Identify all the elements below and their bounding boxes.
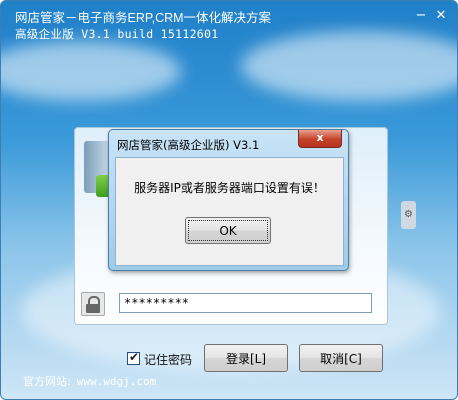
lock-icon (81, 292, 105, 316)
login-button[interactable]: 登录[L] (204, 344, 288, 372)
error-dialog: 网店管家(高级企业版) V3.1 x 服务器IP或者服务器端口设置有误！ (108, 129, 349, 271)
dialog-ok-button[interactable]: OK (185, 217, 271, 244)
password-field[interactable]: ********* (119, 293, 372, 313)
minimize-button[interactable]: − (413, 9, 429, 23)
login-window: 网店管家－电子商务ERP,CRM一体化解决方案 高级企业版 V3.1 build… (0, 0, 458, 400)
cloud-decoration (241, 31, 457, 101)
remember-password-label[interactable]: 记住密码 (144, 351, 192, 368)
version-label: 高级企业版 V3.1 build 15112601 (15, 27, 219, 41)
checkmark-icon: ✔ (129, 350, 140, 364)
site-label: 官方网站: (23, 375, 71, 388)
site-link[interactable]: www.wdgj.com (77, 375, 156, 388)
cloud-decoration (1, 41, 181, 101)
dialog-close-button[interactable]: x (298, 130, 342, 148)
dialog-message: 服务器IP或者服务器端口设置有误！ (134, 181, 325, 195)
window-title: 网店管家－电子商务ERP,CRM一体化解决方案 (15, 11, 272, 25)
gear-icon[interactable]: ⚙ (401, 201, 416, 229)
remember-password-checkbox[interactable]: ✔ (127, 350, 140, 365)
close-button[interactable]: ✕ (433, 9, 449, 23)
dialog-body: 服务器IP或者服务器端口设置有误！ (115, 157, 344, 266)
dialog-title: 网店管家(高级企业版) V3.1 (117, 138, 260, 152)
cancel-button[interactable]: 取消[C] (299, 344, 383, 372)
official-site: 官方网站: www.wdgj.com (23, 373, 156, 389)
